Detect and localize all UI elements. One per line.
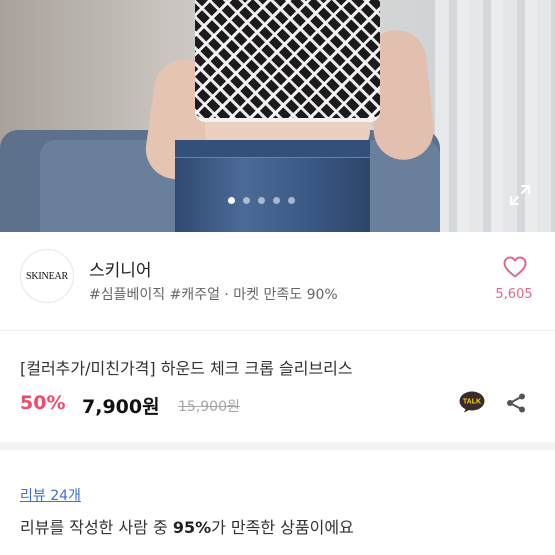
discount-rate: 50% — [20, 392, 66, 414]
share-icon[interactable] — [505, 392, 527, 414]
review-summary: 리뷰를 작성한 사람 중 95%가 만족한 상품이에요 — [20, 514, 354, 538]
carousel-dot[interactable] — [288, 197, 295, 204]
product-image-carousel[interactable] — [0, 0, 555, 232]
image-background — [435, 0, 555, 232]
sale-price: 7,900원 — [82, 396, 160, 418]
review-satisfaction-percent: 95% — [172, 518, 212, 537]
review-count-link[interactable]: 리뷰 24개 — [20, 485, 81, 505]
seller-section[interactable] — [0, 232, 555, 328]
carousel-dot[interactable] — [258, 197, 265, 204]
review-summary-suffix: 가 만족한 상품이에요 — [211, 518, 354, 537]
seller-logo[interactable]: SKINEAR — [20, 249, 74, 303]
svg-text:TALK: TALK — [463, 399, 481, 406]
carousel-dot-active[interactable] — [228, 197, 235, 204]
seller-tags: #심플베이직 #캐주얼 · 마켓 만족도 90% — [89, 287, 338, 303]
product-title: [컬러추가/미친가격] 하운드 체크 크롭 슬리브리스 — [20, 359, 353, 378]
carousel-dot[interactable] — [273, 197, 280, 204]
heart-icon[interactable] — [503, 256, 527, 278]
original-price: 15,900원 — [178, 399, 240, 415]
kakaotalk-icon[interactable]: TALK — [459, 391, 485, 413]
seller-name[interactable]: 스키니어 — [89, 256, 152, 281]
carousel-indicator — [228, 197, 295, 204]
carousel-dot[interactable] — [243, 197, 250, 204]
section-divider — [0, 330, 555, 331]
section-gap — [0, 442, 555, 450]
review-summary-prefix: 리뷰를 작성한 사람 중 — [20, 518, 173, 537]
like-count: 5,605 — [495, 287, 533, 302]
image-houndstooth-top — [195, 0, 380, 122]
expand-icon[interactable] — [509, 184, 531, 206]
seller-logo-text: SKINEAR — [26, 270, 68, 282]
image-waistband — [175, 140, 370, 158]
